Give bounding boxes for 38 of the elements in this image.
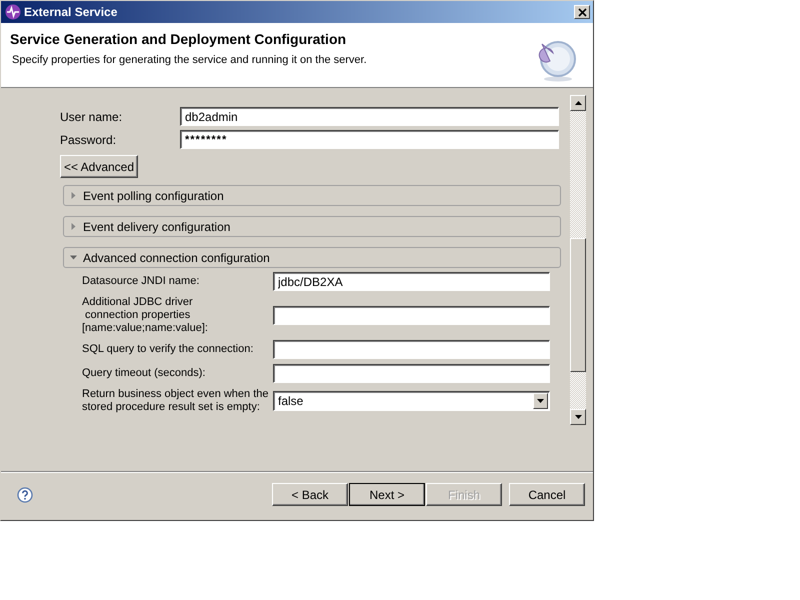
help-icon[interactable] xyxy=(17,486,33,502)
collapsed-arrow-icon xyxy=(70,192,77,199)
vertical-scrollbar[interactable] xyxy=(570,95,586,425)
scroll-thumb[interactable] xyxy=(570,238,586,372)
text-field[interactable]: jdbc/DB2XA xyxy=(273,272,550,291)
text-field[interactable] xyxy=(273,306,550,325)
down-arrow-icon xyxy=(574,415,582,419)
password-field[interactable]: ******** xyxy=(180,130,559,149)
section-header[interactable]: Event delivery configuration xyxy=(63,216,561,237)
field-label: Datasource JNDI name: xyxy=(82,275,200,288)
close-button[interactable] xyxy=(574,5,590,19)
app-icon xyxy=(5,4,21,20)
collapsed-arrow-icon xyxy=(70,223,77,230)
scroll-up-button[interactable] xyxy=(570,95,586,111)
field-label: Password: xyxy=(60,132,118,146)
dialog-button[interactable]: Next > xyxy=(349,483,425,506)
text-field[interactable] xyxy=(273,340,550,359)
section-header[interactable]: Advanced connection configuration xyxy=(63,247,561,268)
dialog-button[interactable]: < Back xyxy=(272,483,348,506)
window-title: External Service xyxy=(24,5,118,19)
dropdown[interactable]: false xyxy=(273,391,550,411)
scroll-down-button[interactable] xyxy=(570,409,586,425)
advanced-button[interactable]: << Advanced xyxy=(60,155,138,178)
field-label: SQL query to verify the connection: xyxy=(82,343,254,356)
close-icon xyxy=(578,8,586,16)
expanded-arrow-icon xyxy=(70,254,77,261)
text-field[interactable] xyxy=(273,364,550,383)
section-header[interactable]: Event polling configuration xyxy=(63,185,561,206)
page-title: Service Generation and Deployment Configuration xyxy=(10,31,348,47)
dial-icon xyxy=(538,39,578,83)
dialog-button[interactable]: Cancel xyxy=(509,483,585,506)
field-label: Query timeout (seconds): xyxy=(82,367,206,380)
up-arrow-icon xyxy=(574,101,582,105)
field-label: Return business object even when the stored procedure result set is empty: xyxy=(82,388,270,414)
page-description: Specify properties for generating the service and running it on the server. xyxy=(12,54,367,66)
field-label: Additional JDBC driver connection properties [name:value;name:value]: xyxy=(82,296,209,335)
field-label: User name: xyxy=(60,110,124,124)
text-field[interactable]: db2admin xyxy=(180,107,559,126)
